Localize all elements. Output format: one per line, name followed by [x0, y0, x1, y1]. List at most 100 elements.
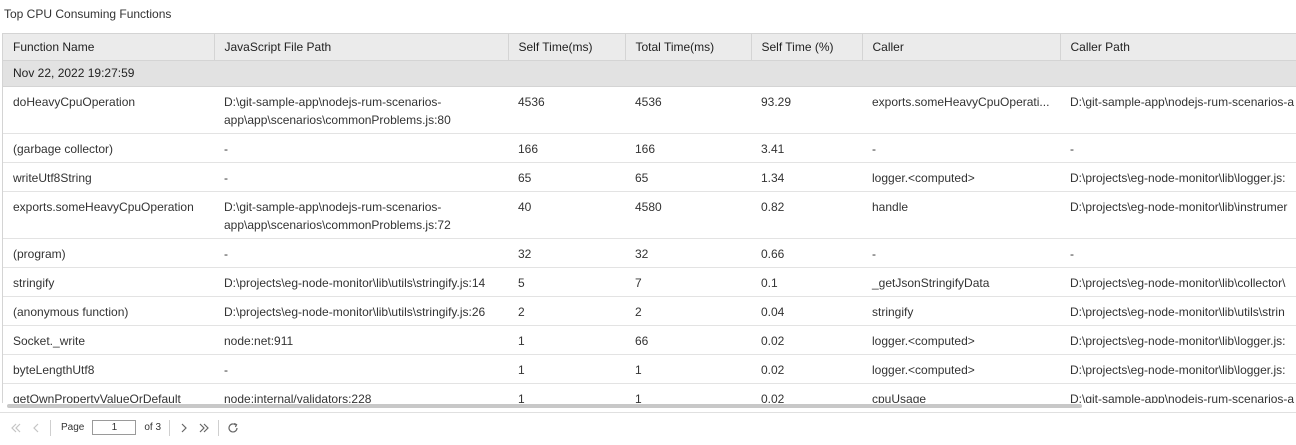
- total-time-ms-cell: 65: [625, 162, 751, 192]
- column-header-self-time-percent[interactable]: Self Time (%): [751, 34, 863, 61]
- caller-path-cell: D:\projects\eg-node-monitor\lib\logger.j…: [1060, 162, 1296, 192]
- caller-cell: cpuUsage: [862, 383, 1060, 403]
- function-name-cell: exports.someHeavyCpuOperation: [3, 191, 214, 239]
- caller-path-cell: -: [1060, 238, 1296, 268]
- caller-cell: stringify: [862, 296, 1060, 326]
- total-time-ms-cell: 4580: [625, 191, 751, 239]
- column-header-js-file-path[interactable]: JavaScript File Path: [214, 34, 509, 61]
- js-file-path-cell: -: [214, 354, 508, 384]
- last-page-icon[interactable]: [194, 418, 214, 438]
- header-row: Function Name JavaScript File Path Self …: [3, 34, 1296, 61]
- js-file-path-cell: D:\projects\eg-node-monitor\lib\utils\st…: [214, 267, 508, 297]
- self-time-percent-cell: 0.02: [751, 354, 862, 384]
- total-time-ms-cell: 4536: [625, 86, 751, 134]
- cpu-functions-grid: Function Name JavaScript File Path Self …: [2, 33, 1296, 403]
- table-row[interactable]: exports.someHeavyCpuOperation D:\git-samp…: [3, 191, 1296, 239]
- table-row[interactable]: stringify D:\projects\eg-node-monitor\lib…: [3, 267, 1296, 297]
- self-time-ms-cell: 5: [508, 267, 625, 297]
- caller-cell: logger.<computed>: [862, 325, 1060, 355]
- total-time-ms-cell: 2: [625, 296, 751, 326]
- self-time-percent-cell: 93.29: [751, 86, 862, 134]
- table-row[interactable]: byteLengthUtf8-1 1 0.02 logger.<computed> D:…: [3, 354, 1296, 384]
- function-name-cell: getOwnPropertyValueOrDefault: [3, 383, 214, 403]
- table-row[interactable]: Socket._write node:net:911 1 66 0.02 logger.<…: [3, 325, 1296, 355]
- function-name-cell: (garbage collector): [3, 133, 214, 163]
- caller-path-cell: D:\projects\eg-node-monitor\lib\instrume…: [1060, 191, 1296, 239]
- caller-path-cell: D:\projects\eg-node-monitor\lib\logger.j…: [1060, 354, 1296, 384]
- js-file-path-cell: node:net:911: [214, 325, 508, 355]
- caller-cell: logger.<computed>: [862, 162, 1060, 192]
- js-file-path-cell: D:\projects\eg-node-monitor\lib\utils\st…: [214, 296, 508, 326]
- self-time-ms-cell: 1: [508, 383, 625, 403]
- pagination-toolbar: Page of 3: [0, 412, 1296, 442]
- pager-separator: [218, 419, 220, 436]
- column-header-caller[interactable]: Caller: [862, 34, 1061, 61]
- caller-path-cell: D:\projects\eg-node-monitor\lib\utils\st…: [1060, 296, 1296, 326]
- self-time-ms-cell: 32: [508, 238, 625, 268]
- page-number-input[interactable]: [92, 420, 137, 435]
- total-time-ms-cell: 66: [625, 325, 751, 355]
- self-time-ms-cell: 1: [508, 325, 625, 355]
- self-time-percent-cell: 3.41: [751, 133, 862, 163]
- table-row[interactable]: writeUtf8String -65 65 1.34 logger.<computed…: [3, 162, 1296, 192]
- self-time-percent-cell: 0.1: [751, 267, 862, 297]
- function-name-cell: byteLengthUtf8: [3, 354, 214, 384]
- panel-title: Top CPU Consuming Functions: [4, 7, 172, 21]
- table-row[interactable]: getOwnPropertyValueOrDefault node:interna…: [3, 383, 1296, 403]
- caller-cell: _getJsonStringifyData: [862, 267, 1060, 297]
- group-row[interactable]: Nov 22, 2022 19:27:59: [3, 60, 1296, 87]
- js-file-path-cell: D:\git-sample-app\nodejs-rum-scenarios-a…: [214, 191, 508, 239]
- caller-cell: handle: [862, 191, 1060, 239]
- self-time-percent-cell: 0.66: [751, 238, 862, 268]
- self-time-ms-cell: 40: [508, 191, 625, 239]
- self-time-percent-cell: 0.82: [751, 191, 862, 239]
- caller-path-cell: -: [1060, 133, 1296, 163]
- page-count-label: of 3: [144, 422, 162, 433]
- column-header-caller-path[interactable]: Caller Path: [1060, 34, 1296, 61]
- js-file-path-cell: -: [214, 162, 508, 192]
- refresh-icon[interactable]: [223, 418, 243, 438]
- caller-cell: -: [862, 133, 1060, 163]
- cpu-functions-table: Function Name JavaScript File Path Self …: [3, 34, 1296, 403]
- js-file-path-cell: -: [214, 238, 508, 268]
- total-time-ms-cell: 166: [625, 133, 751, 163]
- function-name-cell: (anonymous function): [3, 296, 214, 326]
- table-row[interactable]: (program) -32 32 0.66- -: [3, 238, 1296, 268]
- caller-cell: logger.<computed>: [862, 354, 1060, 384]
- table-row[interactable]: doHeavyCpuOperation D:\git-sample-app\nod…: [3, 86, 1296, 134]
- js-file-path-cell: D:\git-sample-app\nodejs-rum-scenarios-a…: [214, 86, 508, 134]
- caller-cell: -: [862, 238, 1060, 268]
- function-name-cell: doHeavyCpuOperation: [3, 86, 214, 134]
- column-header-function-name[interactable]: Function Name: [3, 34, 215, 61]
- total-time-ms-cell: 1: [625, 354, 751, 384]
- js-file-path-cell: -: [214, 133, 508, 163]
- column-header-self-time-ms[interactable]: Self Time(ms): [508, 34, 626, 61]
- self-time-ms-cell: 2: [508, 296, 625, 326]
- group-header[interactable]: Nov 22, 2022 19:27:59: [3, 60, 1296, 87]
- total-time-ms-cell: 1: [625, 383, 751, 403]
- caller-cell: exports.someHeavyCpuOperati...: [862, 86, 1060, 134]
- column-header-total-time-ms[interactable]: Total Time(ms): [625, 34, 752, 61]
- self-time-percent-cell: 0.04: [751, 296, 862, 326]
- self-time-ms-cell: 65: [508, 162, 625, 192]
- first-page-icon[interactable]: [6, 418, 26, 438]
- horizontal-scrollbar[interactable]: [7, 404, 1082, 408]
- self-time-ms-cell: 4536: [508, 86, 625, 134]
- self-time-percent-cell: 1.34: [751, 162, 862, 192]
- table-row[interactable]: (anonymous function) D:\projects\eg-node-…: [3, 296, 1296, 326]
- caller-path-cell: D:\projects\eg-node-monitor\lib\logger.j…: [1060, 325, 1296, 355]
- next-page-icon[interactable]: [174, 418, 194, 438]
- self-time-percent-cell: 0.02: [751, 325, 862, 355]
- prev-page-icon[interactable]: [26, 418, 46, 438]
- function-name-cell: (program): [3, 238, 214, 268]
- table-row[interactable]: (garbage collector) -166 166 3.41- -: [3, 133, 1296, 163]
- caller-path-cell: D:\git-sample-app\nodejs-rum-scenarios-a: [1060, 86, 1296, 134]
- pager-separator: [50, 419, 51, 436]
- self-time-ms-cell: 166: [508, 133, 625, 163]
- self-time-ms-cell: 1: [508, 354, 625, 384]
- total-time-ms-cell: 7: [625, 267, 751, 297]
- js-file-path-cell: node:internal/validators:228: [214, 383, 508, 403]
- pager-separator: [169, 419, 171, 436]
- caller-path-cell: D:\projects\eg-node-monitor\lib\collecto…: [1060, 267, 1296, 297]
- caller-path-cell: D:\git-sample-app\nodejs-rum-scenarios-a: [1060, 383, 1296, 403]
